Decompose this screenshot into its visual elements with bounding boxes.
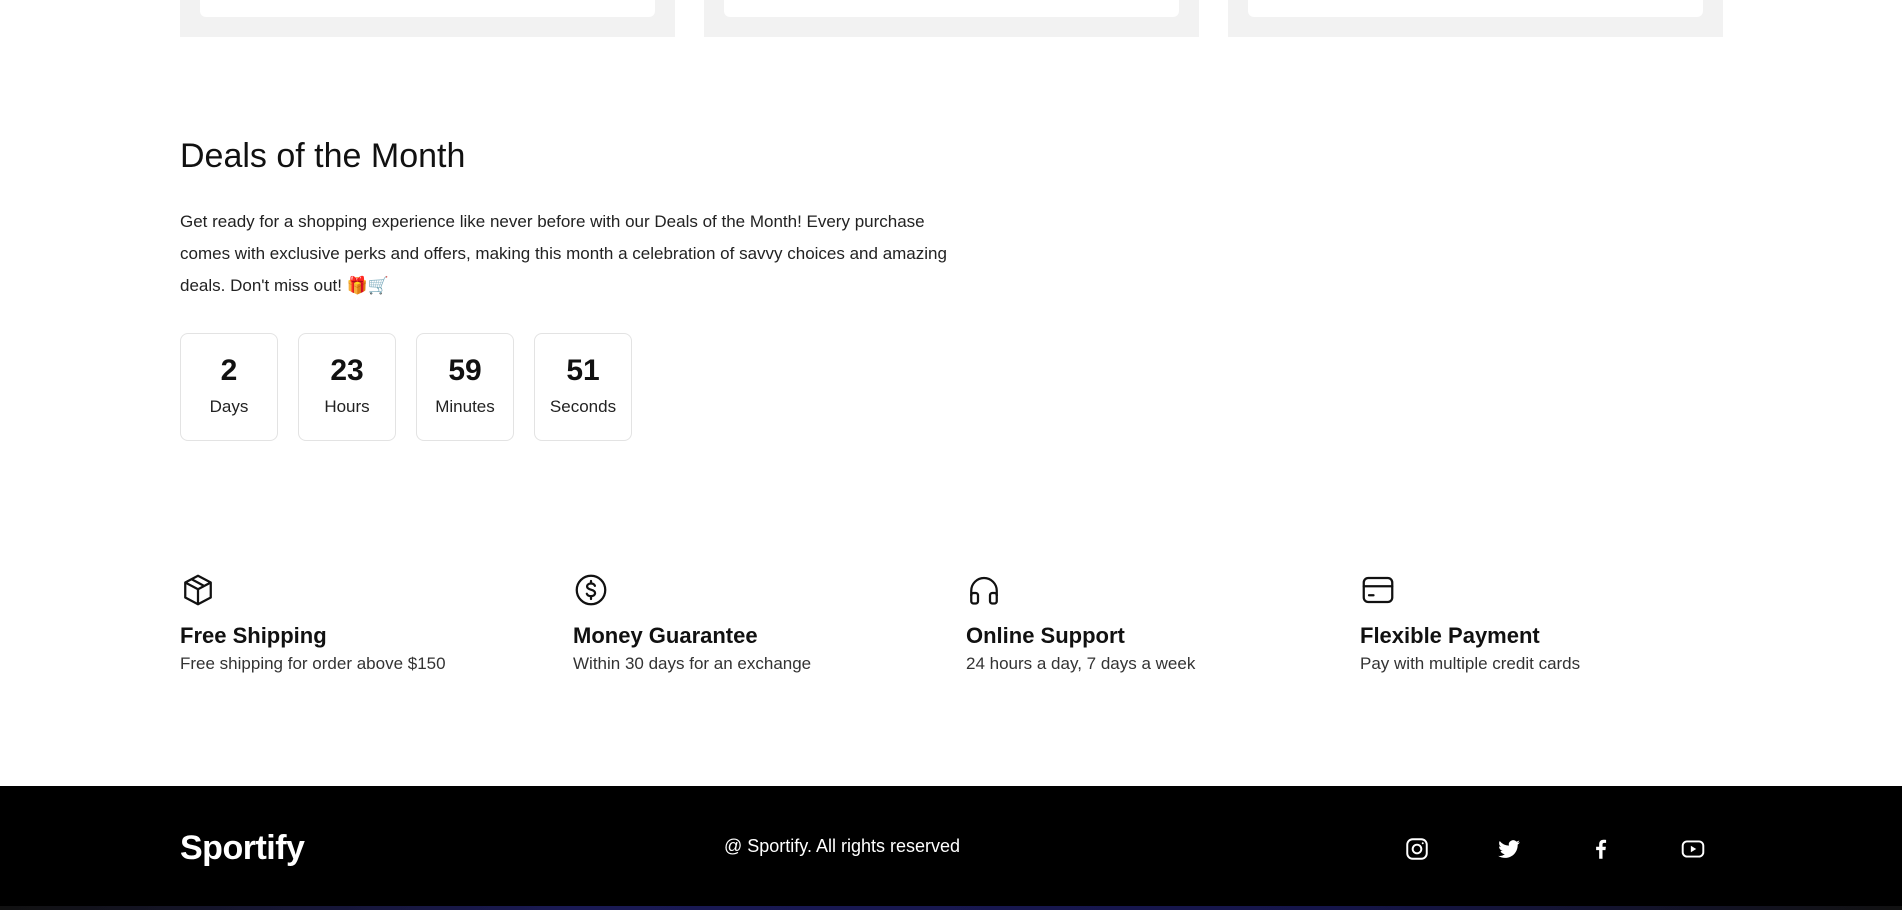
feature-description: Within 30 days for an exchange: [573, 654, 812, 673]
feature-flexible-payment: Flexible Payment Pay with multiple credi…: [1360, 572, 1740, 676]
feature-description: Pay with multiple credit cards: [1360, 654, 1581, 673]
product-card[interactable]: [1228, 0, 1723, 37]
countdown-label: Hours: [324, 397, 370, 416]
countdown-value: 51: [566, 354, 600, 387]
countdown-value: 59: [448, 354, 482, 387]
countdown-minutes: 59 Minutes: [416, 333, 514, 441]
product-card-inner: [1248, 0, 1703, 17]
countdown-label: Seconds: [549, 397, 617, 416]
credit-card-icon: [1360, 572, 1396, 608]
countdown-label: Minutes: [435, 397, 495, 416]
countdown-hours: 23 Hours: [298, 333, 396, 441]
countdown-timer: 2 Days 23 Hours 59 Minutes 51 Seconds: [180, 333, 632, 441]
footer: Sportify @ Sportify. All rights reserved: [0, 786, 1902, 910]
countdown-value: 23: [330, 354, 364, 387]
footer-logo[interactable]: Sportify: [180, 828, 305, 868]
feature-title: Flexible Payment: [1360, 623, 1540, 648]
headphones-icon: [966, 572, 1002, 608]
product-cards-row: [180, 0, 1723, 37]
feature-description: 24 hours a day, 7 days a week: [966, 654, 1196, 673]
feature-online-support: Online Support 24 hours a day, 7 days a …: [966, 572, 1346, 676]
deals-description: Get ready for a shopping experience like…: [180, 212, 947, 295]
product-card-inner: [724, 0, 1179, 17]
twitter-link[interactable]: [1492, 832, 1526, 866]
product-card[interactable]: [704, 0, 1199, 37]
product-card[interactable]: [180, 0, 675, 37]
deals-title: Deals of the Month: [180, 137, 466, 175]
countdown-days: 2 Days: [180, 333, 278, 441]
countdown-value: 2: [220, 354, 238, 387]
instagram-link[interactable]: [1400, 832, 1434, 866]
footer-bottom-bar: [0, 906, 1902, 910]
feature-description: Free shipping for order above $150: [180, 654, 446, 673]
countdown-label: Days: [209, 397, 249, 416]
facebook-link[interactable]: [1584, 832, 1618, 866]
features-section: Free Shipping Free shipping for order ab…: [180, 572, 1740, 682]
feature-free-shipping: Free Shipping Free shipping for order ab…: [180, 572, 560, 676]
countdown-seconds: 51 Seconds: [534, 333, 632, 441]
dollar-circle-icon: [573, 572, 609, 608]
youtube-icon: [1676, 836, 1710, 862]
feature-title: Online Support: [966, 623, 1125, 648]
feature-title: Money Guarantee: [573, 623, 758, 648]
social-links: [1400, 832, 1710, 866]
deals-section: Deals of the Month Get ready for a shopp…: [180, 132, 980, 302]
twitter-icon: [1492, 836, 1526, 862]
box-icon: [180, 572, 216, 608]
product-card-inner: [200, 0, 655, 17]
instagram-icon: [1400, 836, 1434, 862]
copyright-text: @ Sportify. All rights reserved: [724, 836, 961, 856]
feature-title: Free Shipping: [180, 623, 327, 648]
feature-money-guarantee: Money Guarantee Within 30 days for an ex…: [573, 572, 953, 676]
youtube-link[interactable]: [1676, 832, 1710, 866]
facebook-icon: [1584, 836, 1618, 862]
